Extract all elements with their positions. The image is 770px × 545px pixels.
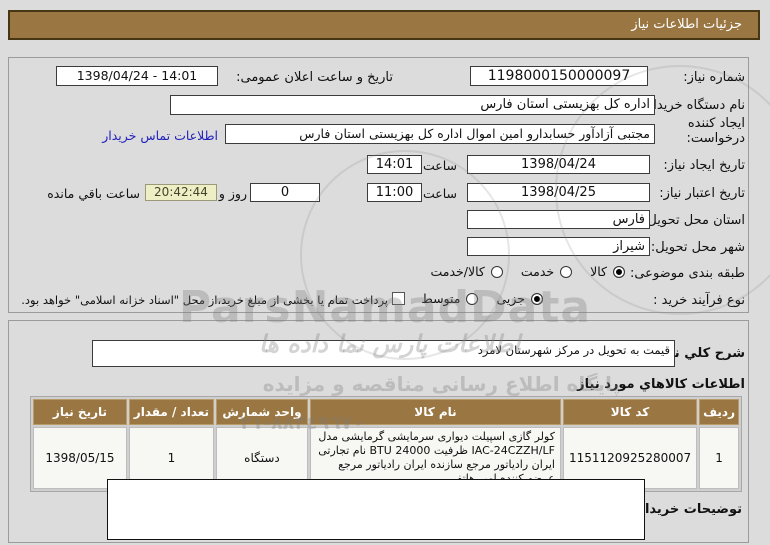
treasury-checkbox[interactable] bbox=[392, 292, 405, 305]
validity-hour-label: ساعت bbox=[422, 186, 457, 201]
buyer-notes-field[interactable] bbox=[107, 479, 645, 540]
creator-label-line1: ايجاد کننده bbox=[687, 116, 745, 131]
radio-label: کالا/خدمت bbox=[430, 264, 485, 279]
province-label: استان محل تحويل: bbox=[643, 213, 745, 228]
radio-option-medium[interactable]: متوسط bbox=[421, 291, 479, 306]
need-number-label: شماره نياز: bbox=[683, 70, 745, 85]
validity-date-field[interactable]: 1398/04/25 bbox=[467, 183, 650, 202]
need-number-field[interactable]: 1198000150000097 bbox=[470, 66, 648, 86]
need-details-page: ParsNamadData اطلاعات پارس نما داده ها پ… bbox=[0, 0, 770, 545]
radio-label: متوسط bbox=[421, 291, 461, 306]
col-header-row-no: رديف bbox=[699, 399, 739, 425]
remaining-days-label: روز و bbox=[218, 186, 247, 201]
remaining-hours-label: ساعت باقي مانده bbox=[47, 186, 140, 201]
province-field[interactable]: فارس bbox=[467, 210, 650, 229]
goods-table-header-row: رديف کد کالا نام کالا واحد شمارش تعداد /… bbox=[33, 399, 739, 425]
col-header-unit: واحد شمارش bbox=[215, 399, 308, 425]
col-header-qty: تعداد / مقدار bbox=[128, 399, 214, 425]
radio-label: خدمت bbox=[520, 264, 555, 279]
creator-label-line2: درخواست: bbox=[686, 131, 745, 146]
creator-label: ايجاد کننده درخواست: bbox=[687, 116, 745, 146]
radio-icon[interactable] bbox=[560, 265, 573, 278]
buyer-contact-link[interactable]: اطلاعات تماس خريدار bbox=[102, 128, 218, 143]
classification-radio-group: کالا خدمت کالا/خدمت bbox=[430, 264, 625, 279]
created-date-field[interactable]: 1398/04/24 bbox=[467, 155, 650, 174]
radio-icon[interactable] bbox=[466, 292, 479, 305]
created-time-field[interactable]: 14:01 bbox=[367, 155, 422, 174]
created-hour-label: ساعت bbox=[422, 158, 457, 173]
validity-time-field[interactable]: 11:00 bbox=[367, 183, 422, 202]
classification-label: طبقه بندی موضوعی: bbox=[629, 266, 745, 281]
cell-row-no: 1 bbox=[699, 427, 739, 489]
process-type-label: نوع فرآيند خريد : bbox=[653, 293, 745, 308]
treasury-checkbox-label: پرداخت تمام یا بخشی از مبلغ خرید،از محل … bbox=[21, 293, 388, 307]
general-description-field[interactable]: قیمت به تحویل در مرکز شهرستان لامرد bbox=[92, 340, 675, 367]
radio-icon[interactable] bbox=[531, 292, 543, 305]
radio-option-goods-service[interactable]: کالا/خدمت bbox=[430, 264, 503, 279]
process-radio-group: جزیی متوسط bbox=[421, 291, 543, 306]
remaining-countdown: 20:42:44 bbox=[145, 184, 217, 201]
buyer-org-label: نام دستگاه خريدار: bbox=[642, 98, 745, 113]
announce-datetime-label: تاريخ و ساعت اعلان عمومی: bbox=[236, 70, 393, 85]
created-date-label: تاريخ ايجاد نياز: bbox=[663, 158, 745, 173]
radio-option-goods[interactable]: کالا bbox=[590, 264, 625, 279]
buyer-notes-label: توضيحات خريدار: bbox=[632, 502, 742, 517]
radio-option-service[interactable]: خدمت bbox=[520, 264, 573, 279]
radio-icon[interactable] bbox=[490, 265, 503, 278]
goods-section-title: اطلاعات کالاهاي مورد نياز bbox=[577, 377, 745, 392]
radio-label: جزیی bbox=[496, 291, 525, 306]
creator-field[interactable]: مجتبی آزادآور حسابدارو امین اموال اداره … bbox=[225, 124, 655, 144]
radio-label: کالا bbox=[590, 264, 607, 279]
col-header-name: نام کالا bbox=[310, 399, 561, 425]
col-header-code: کد کالا bbox=[562, 399, 698, 425]
radio-icon[interactable] bbox=[613, 265, 625, 278]
goods-table: رديف کد کالا نام کالا واحد شمارش تعداد /… bbox=[30, 396, 742, 492]
validity-date-label: تاريخ اعتبار نياز: bbox=[659, 186, 745, 201]
remaining-days-field[interactable]: 0 bbox=[250, 183, 320, 202]
city-field[interactable]: شیراز bbox=[467, 237, 650, 256]
announce-datetime-field[interactable]: 1398/04/24 - 14:01 bbox=[56, 66, 218, 86]
col-header-need-date: تاريخ نياز bbox=[33, 399, 127, 425]
buyer-org-field[interactable]: اداره کل بهزیستی استان فارس bbox=[170, 95, 655, 115]
city-label: شهر محل تحويل: bbox=[650, 240, 745, 255]
radio-option-minor[interactable]: جزیی bbox=[496, 291, 543, 306]
page-title: جزئيات اطلاعات نياز bbox=[8, 10, 760, 40]
